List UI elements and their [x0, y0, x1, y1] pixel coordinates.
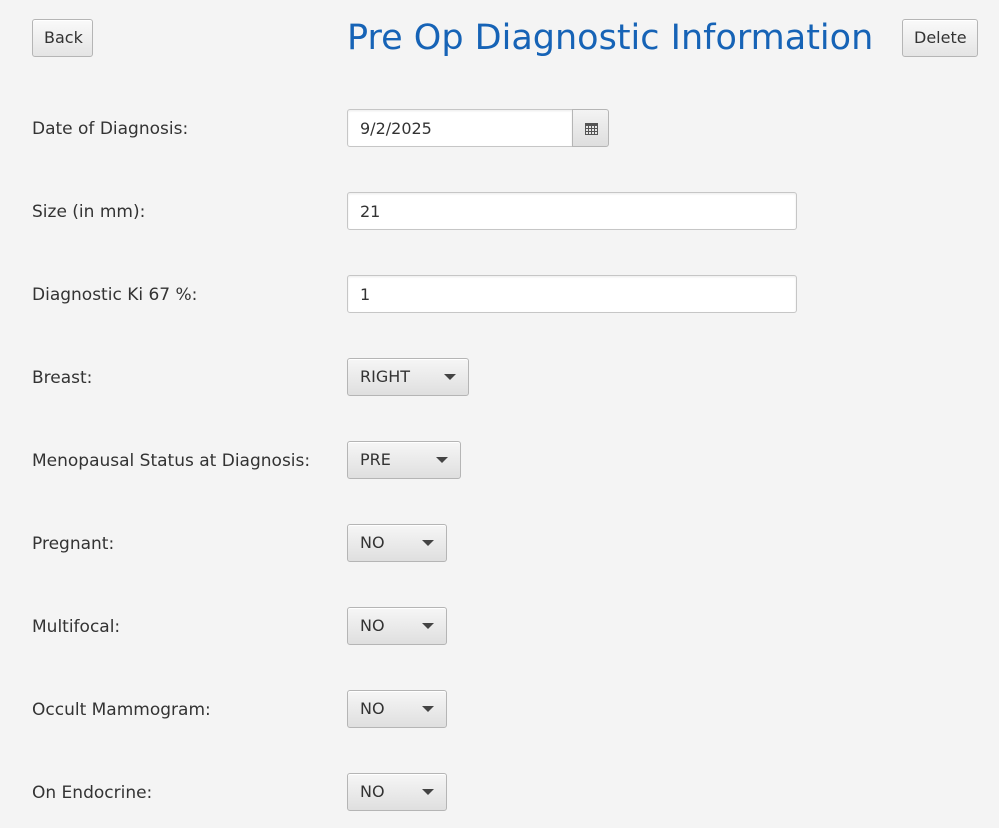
occult-mammogram-value: NO [360, 699, 385, 718]
chevron-down-icon [422, 540, 434, 546]
menopausal-status-value: PRE [360, 450, 391, 469]
pre-op-diagnostic-page: Back Pre Op Diagnostic Information Delet… [0, 0, 999, 828]
delete-button[interactable]: Delete [902, 19, 978, 57]
date-of-diagnosis-picker [347, 109, 609, 147]
size-input[interactable] [347, 192, 797, 230]
breast-label: Breast: [32, 368, 93, 388]
page-title: Pre Op Diagnostic Information [347, 18, 874, 58]
calendar-icon [585, 123, 598, 135]
back-button[interactable]: Back [32, 19, 93, 57]
breast-dropdown[interactable]: RIGHT [347, 358, 469, 396]
on-endocrine-value: NO [360, 782, 385, 801]
multifocal-label: Multifocal: [32, 617, 121, 637]
calendar-button[interactable] [572, 109, 609, 147]
chevron-down-icon [444, 374, 456, 380]
chevron-down-icon [422, 789, 434, 795]
pregnant-label: Pregnant: [32, 534, 115, 554]
date-of-diagnosis-input[interactable] [347, 109, 573, 147]
occult-mammogram-label: Occult Mammogram: [32, 700, 211, 720]
on-endocrine-label: On Endocrine: [32, 783, 153, 803]
occult-mammogram-dropdown[interactable]: NO [347, 690, 447, 728]
menopausal-status-label: Menopausal Status at Diagnosis: [32, 451, 311, 471]
on-endocrine-dropdown[interactable]: NO [347, 773, 447, 811]
breast-value: RIGHT [360, 367, 411, 386]
ki67-input[interactable] [347, 275, 797, 313]
date-of-diagnosis-label: Date of Diagnosis: [32, 119, 189, 139]
pregnant-dropdown[interactable]: NO [347, 524, 447, 562]
chevron-down-icon [422, 706, 434, 712]
multifocal-dropdown[interactable]: NO [347, 607, 447, 645]
size-label: Size (in mm): [32, 202, 146, 222]
chevron-down-icon [422, 623, 434, 629]
chevron-down-icon [436, 457, 448, 463]
multifocal-value: NO [360, 616, 385, 635]
menopausal-status-dropdown[interactable]: PRE [347, 441, 461, 479]
ki67-label: Diagnostic Ki 67 %: [32, 285, 198, 305]
pregnant-value: NO [360, 533, 385, 552]
